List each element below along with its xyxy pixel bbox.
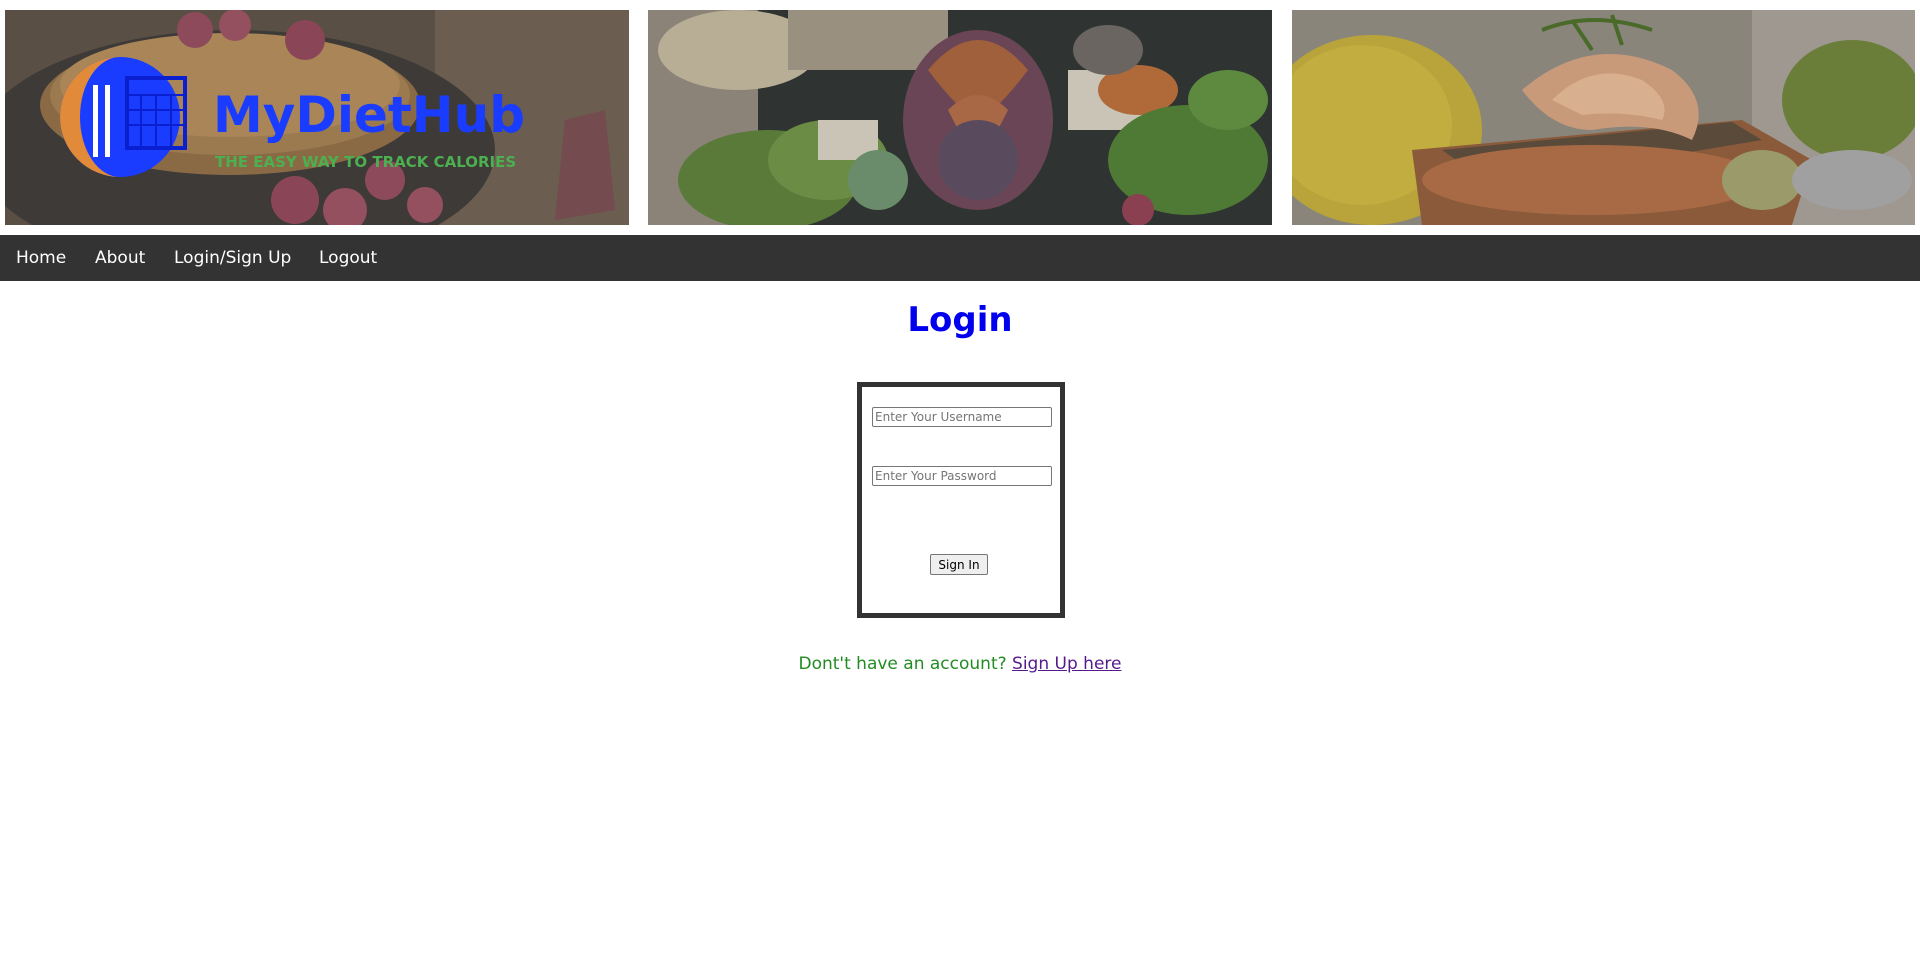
login-form: Sign In xyxy=(857,382,1065,618)
header-banner: MyDietHub THE EASY WAY TO TRACK CALORIES xyxy=(0,0,1920,235)
fork-icon xyxy=(93,85,98,157)
password-input[interactable] xyxy=(872,466,1052,486)
nav-bar: Home About Login/Sign Up Logout xyxy=(0,235,1920,281)
username-input[interactable] xyxy=(872,407,1052,427)
nav-about-link[interactable]: About xyxy=(95,235,145,281)
logo-brand: MyDietHub xyxy=(213,86,525,144)
pancakes-raspberries-photo: MyDietHub THE EASY WAY TO TRACK CALORIES xyxy=(5,10,629,225)
nav-logout-link[interactable]: Logout xyxy=(319,235,377,281)
page-title: Login xyxy=(907,300,1013,340)
knife-icon xyxy=(105,85,110,157)
signup-prompt: Dont't have an account? Sign Up here xyxy=(0,654,1920,674)
logo-tagline: THE EASY WAY TO TRACK CALORIES xyxy=(215,153,516,171)
fig-salad-photo xyxy=(648,10,1272,225)
sign-in-button[interactable]: Sign In xyxy=(930,554,988,575)
nav-login-signup-link[interactable]: Login/Sign Up xyxy=(174,235,291,281)
salmon-shrimp-photo xyxy=(1292,10,1915,225)
sign-up-link[interactable]: Sign Up here xyxy=(1012,654,1121,674)
signup-prompt-text: Dont't have an account? xyxy=(798,654,1013,674)
nav-home-link[interactable]: Home xyxy=(16,235,66,281)
